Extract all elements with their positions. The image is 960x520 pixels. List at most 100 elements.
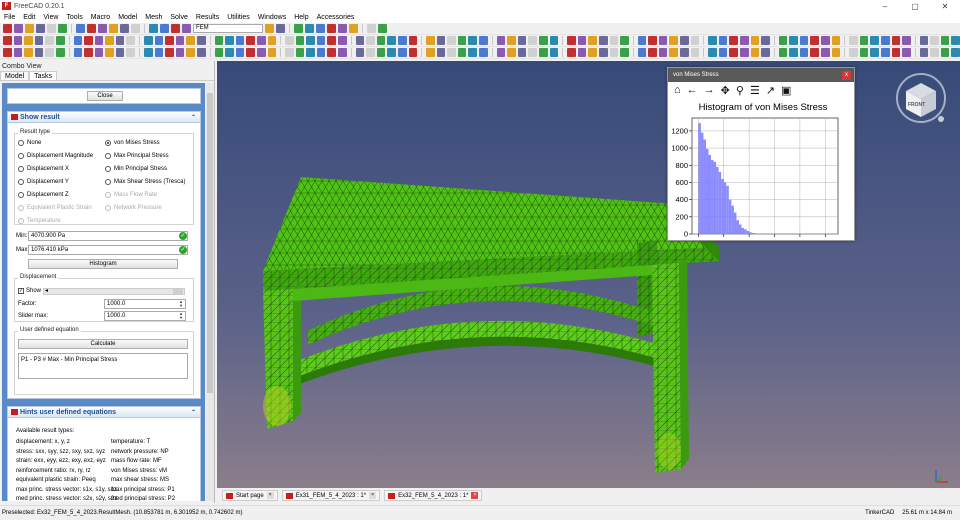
collapse-icon[interactable]: ⌃ [191, 409, 196, 416]
toolbar-tool-icon[interactable] [45, 48, 54, 57]
zoom-icon[interactable]: ⚲ [736, 84, 744, 97]
toolbar-tool-icon[interactable] [538, 36, 548, 45]
close-button[interactable]: Close [87, 91, 123, 101]
toolbar-tool-icon[interactable] [58, 24, 67, 33]
toolbar-tool-icon[interactable] [246, 48, 255, 57]
toolbar-tool-icon[interactable] [902, 48, 911, 57]
toolbar-tool-icon[interactable] [73, 36, 83, 45]
max-value-field[interactable]: 1076.410 kPa [28, 245, 188, 255]
toolbar-tool-icon[interactable] [24, 36, 33, 45]
toolbar-tool-icon[interactable] [426, 48, 435, 57]
toolbar-tool-icon[interactable] [870, 48, 879, 57]
forward-arrow-icon[interactable]: → [704, 84, 715, 96]
toolbar-tool-icon[interactable] [799, 36, 809, 45]
toolbar-tool-icon[interactable] [637, 48, 647, 57]
toolbar-tool-icon[interactable] [609, 36, 619, 45]
toolbar-tool-icon[interactable] [507, 48, 516, 57]
toolbar-tool-icon[interactable] [637, 36, 647, 45]
toolbar-tool-icon[interactable] [457, 48, 467, 57]
toolbar-tool-icon[interactable] [225, 48, 234, 57]
toolbar-tool-icon[interactable] [126, 48, 136, 57]
toolbar-tool-icon[interactable] [3, 24, 12, 33]
toolbar-tool-icon[interactable] [891, 48, 901, 57]
toolbar-tool-icon[interactable] [285, 48, 294, 57]
toolbar-tool-icon[interactable] [457, 36, 467, 45]
radio-displacement-y[interactable]: Displacement Y [18, 179, 69, 185]
tab-model[interactable]: Model [0, 71, 30, 80]
toolbar-tool-icon[interactable] [131, 24, 140, 33]
toolbar-tool-icon[interactable] [186, 48, 195, 57]
toolbar-tool-icon[interactable] [479, 36, 488, 45]
radio-min-principal-stress[interactable]: Min Principal Stress [105, 166, 167, 172]
toolbar-tool-icon[interactable] [294, 24, 303, 33]
toolbar-tool-icon[interactable] [14, 24, 23, 33]
radio-max-shear-stress-tresca-[interactable]: Max Shear Stress (Tresca) [105, 179, 185, 185]
toolbar-tool-icon[interactable] [165, 48, 174, 57]
toolbar-tool-icon[interactable] [34, 48, 44, 57]
toolbar-tool-icon[interactable] [327, 24, 336, 33]
toolbar-tool-icon[interactable] [680, 48, 689, 57]
toolbar-tool-icon[interactable] [799, 48, 809, 57]
toolbar-tool-icon[interactable] [468, 48, 478, 57]
toolbar-tool-icon[interactable] [24, 48, 33, 57]
toolbar-tool-icon[interactable] [214, 36, 224, 45]
toolbar-tool-icon[interactable] [870, 36, 879, 45]
toolbar-tool-icon[interactable] [355, 48, 365, 57]
toolbar-tool-icon[interactable] [761, 48, 770, 57]
toolbar-tool-icon[interactable] [821, 36, 830, 45]
toolbar-tool-icon[interactable] [376, 36, 386, 45]
configure-icon[interactable]: ☰ [750, 84, 760, 97]
toolbar-tool-icon[interactable] [55, 48, 65, 57]
menu-edit[interactable]: Edit [19, 14, 39, 21]
toolbar-tool-icon[interactable] [620, 48, 629, 57]
toolbar-tool-icon[interactable] [235, 36, 245, 45]
toolbar-tool-icon[interactable] [831, 36, 841, 45]
radio-none[interactable]: None [18, 140, 41, 146]
radio-max-principal-stress[interactable]: Max Principal Stress [105, 153, 169, 159]
toolbar-tool-icon[interactable] [436, 48, 446, 57]
toolbar-tool-icon[interactable] [295, 36, 305, 45]
toolbar-tool-icon[interactable] [648, 36, 657, 45]
toolbar-tool-icon[interactable] [447, 48, 456, 57]
edit-curve-icon[interactable]: ↗ [766, 84, 775, 97]
histogram-window[interactable]: von Mises Stress x ⌂ ← → ✥ ⚲ ☰ ↗ ▣ Histo… [667, 67, 855, 247]
toolbar-tool-icon[interactable] [338, 24, 347, 33]
toolbar-tool-icon[interactable] [919, 36, 929, 45]
toolbar-tool-icon[interactable] [528, 48, 537, 57]
toolbar-tool-icon[interactable] [276, 24, 285, 33]
radio-network-pressure[interactable]: Network Pressure [105, 205, 162, 211]
toolbar-tool-icon[interactable] [306, 48, 315, 57]
toolbar-tool-icon[interactable] [940, 36, 950, 45]
menu-mesh[interactable]: Mesh [141, 14, 166, 21]
toolbar-tool-icon[interactable] [880, 36, 890, 45]
toolbar-tool-icon[interactable] [496, 48, 506, 57]
hints-header[interactable]: Hints user defined equations ⌃ [8, 407, 200, 418]
toolbar-tool-icon[interactable] [718, 36, 728, 45]
navigation-style[interactable]: TinkerCAD [865, 510, 894, 516]
toolbar-tool-icon[interactable] [708, 36, 717, 45]
toolbar-tool-icon[interactable] [567, 36, 576, 45]
toolbar-tool-icon[interactable] [367, 24, 376, 33]
toolbar-tool-icon[interactable] [126, 36, 136, 45]
menu-results[interactable]: Results [192, 14, 223, 21]
menu-utilities[interactable]: Utilities [223, 14, 254, 21]
toolbar-tool-icon[interactable] [305, 24, 314, 33]
toolbar-tool-icon[interactable] [376, 48, 386, 57]
maximize-button[interactable]: ▢ [900, 2, 930, 11]
spin-arrows-icon[interactable]: ▲ ▼ [179, 312, 184, 320]
toolbar-tool-icon[interactable] [214, 48, 224, 57]
toolbar-tool-icon[interactable] [658, 48, 668, 57]
radio-equivalent-plastic-strain[interactable]: Equivalent Plastic Strain [18, 205, 92, 211]
toolbar-tool-icon[interactable] [729, 36, 738, 45]
toolbar-tool-icon[interactable] [225, 36, 234, 45]
toolbar-tool-icon[interactable] [778, 48, 788, 57]
toolbar-tool-icon[interactable] [598, 48, 608, 57]
toolbar-tool-icon[interactable] [810, 36, 820, 45]
toolbar-tool-icon[interactable] [316, 36, 326, 45]
toolbar-tool-icon[interactable] [849, 48, 858, 57]
show-result-header[interactable]: Show result ⌃ [8, 112, 200, 123]
toolbar-tool-icon[interactable] [598, 36, 608, 45]
toolbar-tool-icon[interactable] [761, 36, 770, 45]
slider-handle[interactable] [173, 289, 183, 294]
toolbar-tool-icon[interactable] [577, 36, 587, 45]
